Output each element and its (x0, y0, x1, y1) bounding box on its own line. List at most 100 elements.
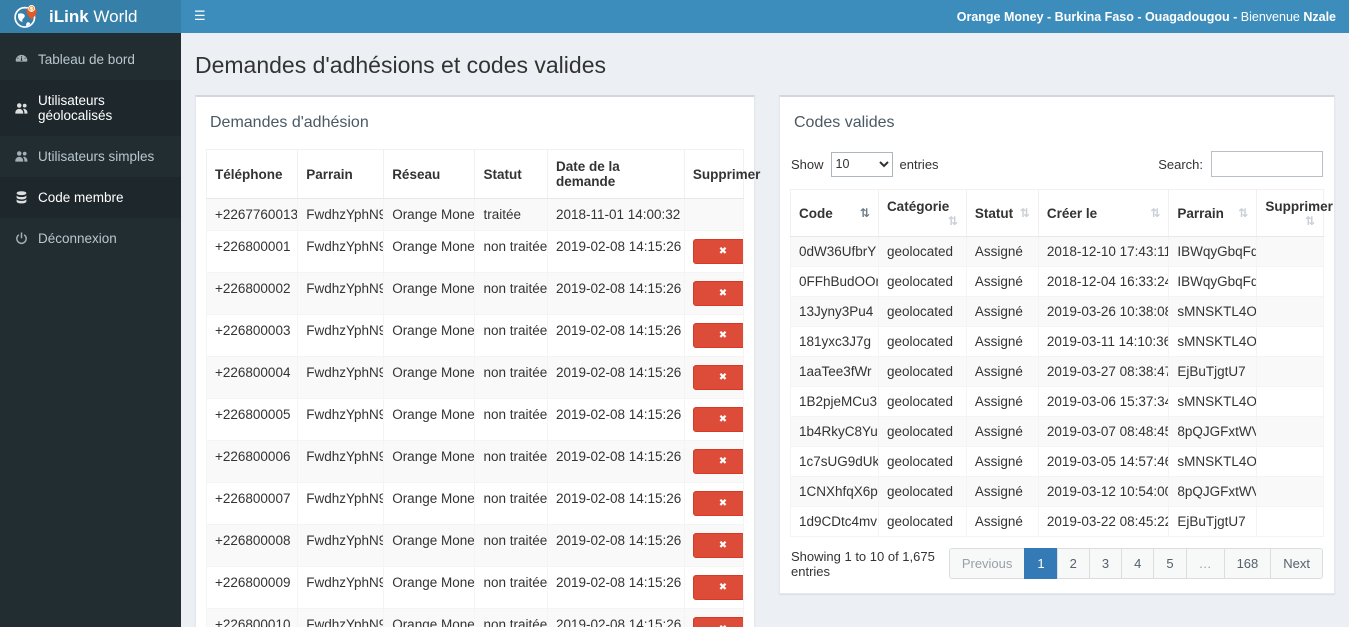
brand-name-regular: World (88, 6, 138, 26)
cell-supprimer (1256, 296, 1324, 327)
page-button-next[interactable]: Next (1270, 548, 1323, 579)
codes-table-row: 1b4RkyC8Yu geolocated Assigné 2019-03-07 08… (790, 416, 1324, 447)
codes-column-header[interactable]: Parrain ⇅ (1168, 189, 1258, 237)
entries-label: entries (899, 156, 939, 172)
sidebar-menu: Tableau de bord Utilisateurs géolocalisés… (0, 39, 181, 259)
demandes-column-header: Date de la demande (546, 149, 685, 199)
cell-code: 0FFhBudOOm (790, 266, 879, 297)
cell-categorie: geolocated (877, 236, 967, 267)
sidebar-toggle-button[interactable]: ☰ (194, 0, 206, 33)
page-length-select[interactable]: 10 (830, 151, 893, 177)
delete-button[interactable]: ✖ (692, 239, 743, 264)
page-title: Demandes d'adhésions et codes valides (195, 52, 606, 78)
demandes-table-row: +226800009 FwdhzYphN9 Orange Money non trai… (205, 566, 745, 609)
brand-logo-area[interactable]: $ iLink World (0, 0, 181, 33)
cell-parrain: sMNSKTL4OR (1168, 296, 1258, 327)
demandes-column-header: Parrain (297, 149, 385, 199)
users-icon (14, 149, 29, 164)
cell-date: 2018-11-01 14:00:32 (546, 198, 685, 231)
cell-statut: non traitée (474, 356, 548, 399)
delete-button[interactable]: ✖ (692, 533, 743, 558)
cell-telephone: +226800009 (205, 566, 299, 609)
cell-categorie: geolocated (877, 476, 967, 507)
sidebar-item-code-membre[interactable]: Code membre (0, 177, 181, 218)
page-button-…[interactable]: … (1185, 548, 1225, 579)
sidebar-item-utilisateurs-simples[interactable]: Utilisateurs simples (0, 136, 181, 177)
demandes-table-row: +226800004 FwdhzYphN9 Orange Money non trai… (205, 356, 745, 399)
delete-button[interactable]: ✖ (692, 407, 743, 432)
x-icon: ✖ (718, 498, 728, 509)
cell-supprimer: ✖ (683, 440, 745, 483)
x-icon: ✖ (718, 456, 728, 467)
page-button-3[interactable]: 3 (1088, 548, 1123, 579)
cell-reseau: Orange Money (383, 198, 476, 231)
sidebar-item-tableau-de-bord[interactable]: Tableau de bord (0, 39, 181, 80)
codes-column-header[interactable]: Créer le ⇅ (1037, 189, 1170, 237)
demandes-panel: Demandes d'adhésion Téléphone Parrain Rése… (195, 95, 760, 627)
codes-panel-title: Codes valides (794, 114, 895, 131)
cell-statut: Assigné (965, 446, 1039, 477)
column-header-label: Catégorie (886, 199, 950, 214)
delete-button[interactable]: ✖ (692, 575, 743, 600)
cell-reseau: Orange Money (383, 482, 476, 525)
cell-statut: non traitée (474, 440, 548, 483)
cell-supprimer (1256, 446, 1324, 477)
cell-parrain: FwdhzYphN9 (297, 482, 385, 525)
cell-reseau: Orange Money (383, 272, 476, 315)
cell-supprimer: ✖ (683, 524, 745, 567)
cell-parrain: FwdhzYphN9 (297, 608, 385, 627)
demandes-column-header: Téléphone (205, 149, 299, 199)
dashboard-icon (14, 52, 29, 67)
codes-column-header[interactable]: Supprimer ⇅ (1256, 189, 1333, 237)
sort-icon: ⇅ (1019, 205, 1030, 220)
codes-table-row: 1B2pjeMCu3 geolocated Assigné 2019-03-06 15… (790, 386, 1324, 417)
cell-statut: non traitée (474, 230, 548, 273)
page-button-5[interactable]: 5 (1153, 548, 1187, 579)
cell-date: 2019-02-08 14:15:26 (546, 440, 685, 483)
cell-parrain: IBWqyGbqFd (1168, 266, 1258, 297)
x-icon: ✖ (718, 288, 728, 299)
search-input[interactable] (1211, 151, 1323, 177)
page-button-1[interactable]: 1 (1024, 548, 1058, 579)
demandes-column-header: Statut (474, 149, 548, 199)
cell-statut: non traitée (474, 482, 548, 525)
codes-column-header[interactable]: Code ⇅ (790, 189, 879, 237)
cell-parrain: 8pQJGFxtWV (1168, 476, 1258, 507)
page-button-previous[interactable]: Previous (948, 548, 1026, 579)
cell-creer_le: 2019-03-06 15:37:34 (1037, 386, 1170, 417)
delete-button[interactable]: ✖ (692, 491, 743, 516)
column-header-label: Code (799, 205, 833, 221)
cell-code: 1CNXhfqX6p (790, 476, 879, 507)
page-button-168[interactable]: 168 (1223, 548, 1272, 579)
sidebar-item-label: Utilisateurs géolocalisés (38, 93, 113, 123)
page-button-4[interactable]: 4 (1121, 548, 1155, 579)
cell-reseau: Orange Money (383, 230, 476, 273)
database-icon (14, 190, 29, 205)
cell-statut: non traitée (474, 524, 548, 567)
cell-creer_le: 2019-03-22 08:45:22 (1037, 506, 1170, 537)
demandes-table-row: +226800003 FwdhzYphN9 Orange Money non trai… (205, 314, 745, 357)
cell-creer_le: 2019-03-26 10:38:08 (1037, 296, 1170, 327)
sort-icon: ⇅ (1304, 214, 1315, 228)
codes-table-row: 13Jyny3Pu4 geolocated Assigné 2019-03-26 10… (790, 296, 1324, 327)
sort-icon: ⇅ (947, 214, 958, 228)
page-button-2[interactable]: 2 (1056, 548, 1090, 579)
delete-button[interactable]: ✖ (692, 365, 743, 390)
delete-button[interactable]: ✖ (692, 449, 743, 474)
delete-button[interactable]: ✖ (692, 281, 743, 306)
cell-categorie: geolocated (877, 266, 967, 297)
delete-button[interactable]: ✖ (692, 323, 743, 348)
codes-column-header[interactable]: Catégorie ⇅ (877, 189, 967, 237)
delete-button[interactable]: ✖ (692, 617, 743, 627)
cell-telephone: +226800003 (205, 314, 299, 357)
sidebar-item-d-connexion[interactable]: Déconnexion (0, 218, 181, 259)
show-label: Show (791, 156, 824, 172)
codes-column-header[interactable]: Statut ⇅ (965, 189, 1039, 237)
cell-statut: Assigné (965, 326, 1039, 357)
sort-icon: ⇅ (1150, 205, 1161, 220)
top-navbar: ☰ Orange Money - Burkina Faso - Ouagadou… (181, 0, 1349, 33)
cell-creer_le: 2019-03-27 08:38:47 (1037, 356, 1170, 387)
cell-telephone: +22677600139 (205, 198, 299, 231)
sidebar-item-utilisateurs-g-olocalis-s[interactable]: Utilisateurs géolocalisés (0, 80, 181, 136)
welcome-segment: Orange Money - Burkina Faso - Ouagadougo… (956, 9, 1241, 24)
